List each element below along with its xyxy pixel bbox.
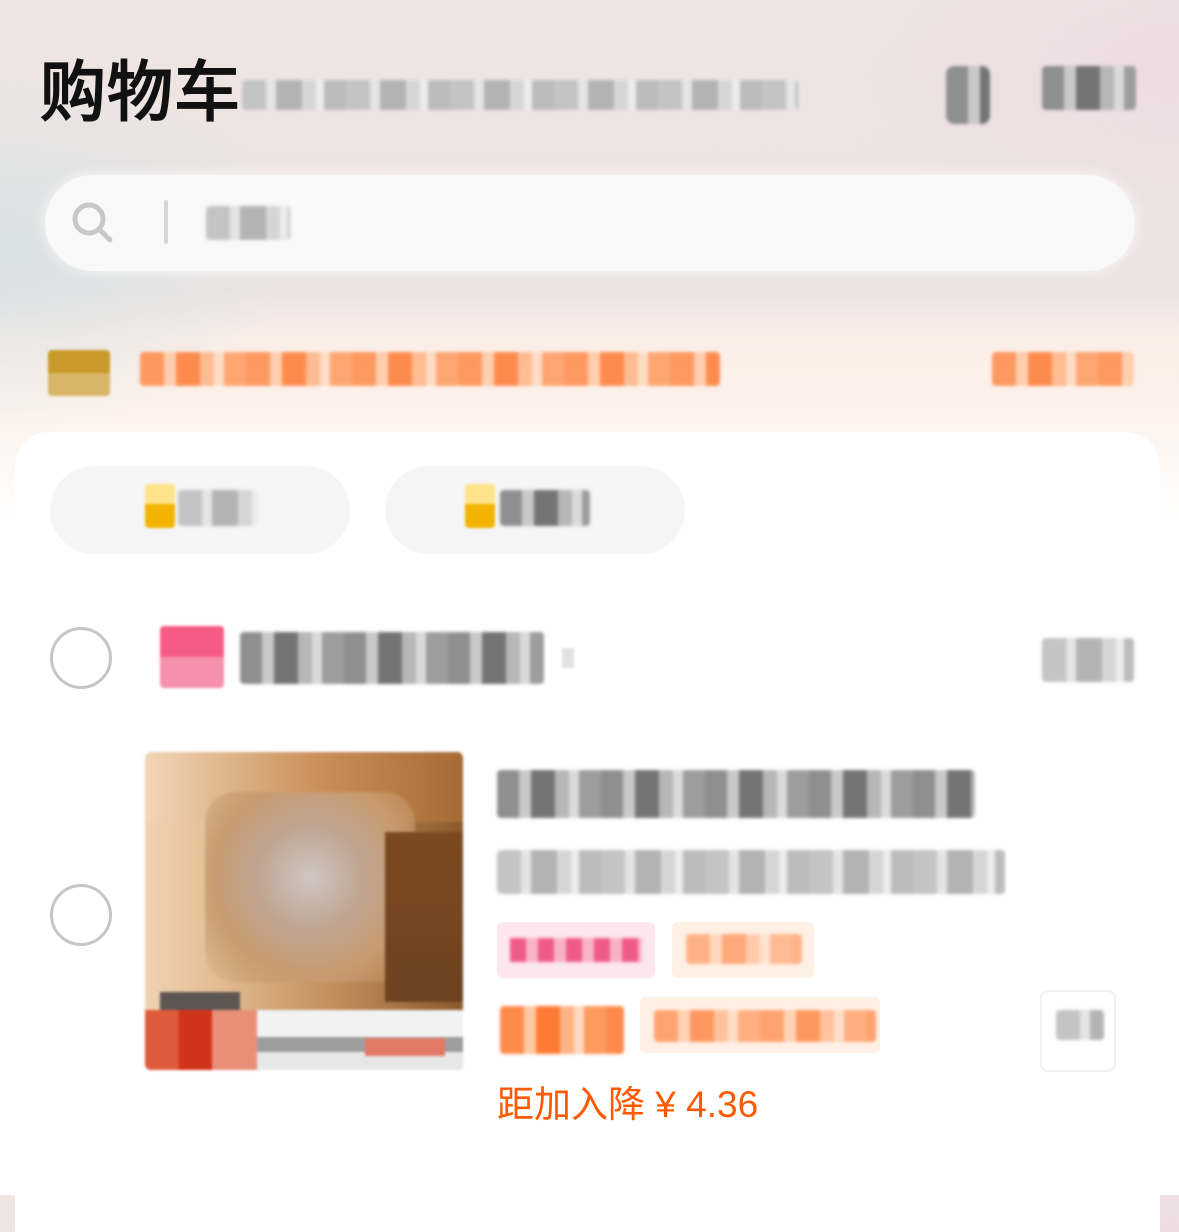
shop-name-blurred[interactable] bbox=[240, 632, 544, 684]
shop-edit-blurred[interactable] bbox=[1042, 638, 1134, 682]
product-image-part bbox=[205, 792, 415, 982]
search-icon bbox=[72, 202, 113, 243]
shop-select-checkbox[interactable] bbox=[50, 627, 112, 689]
product-image-part bbox=[160, 992, 240, 1010]
coupon-icon bbox=[48, 350, 110, 396]
chip-label-blurred bbox=[178, 490, 258, 526]
page-title: 购物车 bbox=[40, 55, 241, 129]
chip-icon bbox=[465, 484, 495, 528]
promo-tag-text-blurred bbox=[510, 938, 642, 962]
product-image-part bbox=[365, 1038, 445, 1056]
manage-icon[interactable] bbox=[946, 66, 990, 124]
banner-action-blurred[interactable] bbox=[992, 352, 1134, 386]
shop-badge-icon bbox=[160, 626, 224, 688]
chip-icon bbox=[145, 484, 175, 528]
quantity-value-blurred bbox=[1056, 1010, 1104, 1040]
price-drop-note: 距加入降 ¥ 4.36 bbox=[497, 1084, 759, 1125]
product-image-part bbox=[145, 1010, 257, 1070]
product-image-part bbox=[385, 832, 463, 1002]
item-select-checkbox[interactable] bbox=[50, 884, 112, 946]
price-blurred bbox=[500, 1006, 624, 1054]
product-sku-blurred[interactable] bbox=[497, 850, 1005, 894]
promo-tag-text-blurred bbox=[686, 934, 802, 964]
shop-chevron-icon bbox=[562, 648, 574, 668]
more-icon[interactable] bbox=[1042, 66, 1136, 110]
banner-text-blurred[interactable] bbox=[140, 352, 720, 386]
search-placeholder-blurred bbox=[206, 206, 290, 240]
header-subtitle-blurred bbox=[242, 80, 798, 110]
search-divider bbox=[164, 200, 168, 244]
discount-tag-text-blurred bbox=[654, 1010, 876, 1042]
product-title-blurred[interactable] bbox=[497, 770, 975, 818]
chip-label-blurred bbox=[500, 490, 590, 526]
product-image[interactable] bbox=[145, 752, 463, 1070]
